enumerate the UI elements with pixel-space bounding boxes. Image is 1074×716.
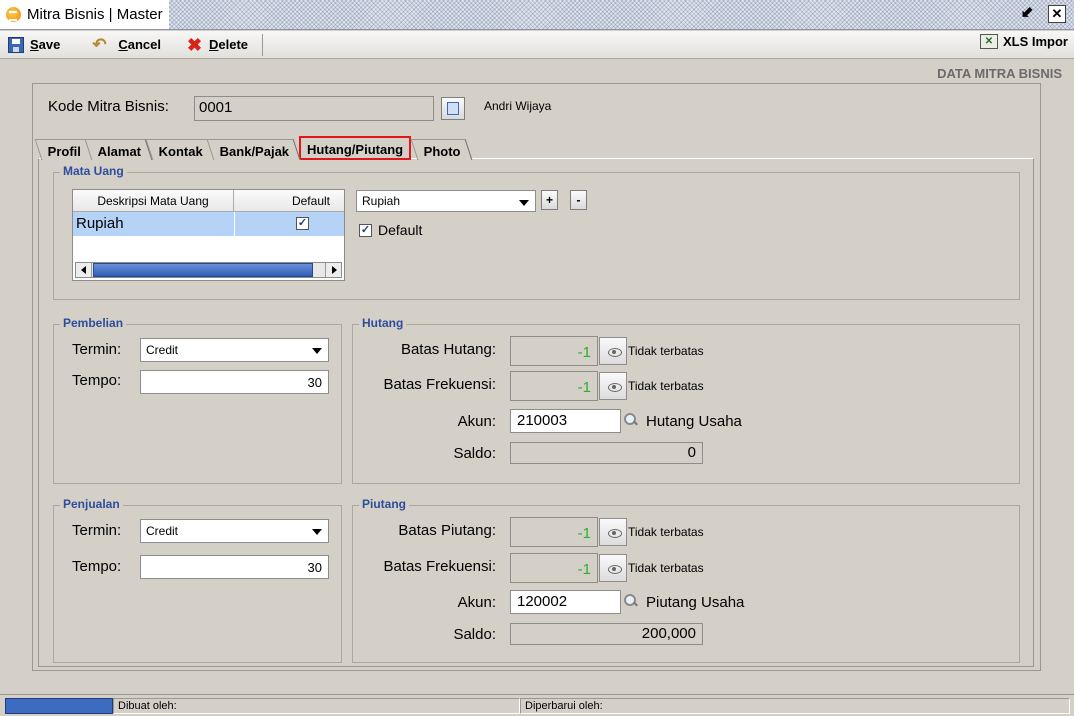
frek-piutang-input[interactable]: -1 bbox=[510, 553, 598, 583]
search-icon[interactable] bbox=[624, 594, 638, 608]
chevron-down-icon bbox=[312, 529, 322, 535]
akun-hutang-desc: Hutang Usaha bbox=[646, 413, 742, 430]
add-currency-button[interactable]: + bbox=[541, 190, 558, 210]
penjualan-tempo-label: Tempo: bbox=[72, 558, 122, 575]
restore-window-icon[interactable]: ⬋ bbox=[1018, 5, 1036, 23]
cancel-button[interactable]: ↶ Cancel bbox=[84, 33, 169, 57]
delete-x-icon: ✖ bbox=[187, 34, 203, 55]
excel-icon: ✕ bbox=[979, 34, 998, 49]
currency-cell: Rupiah bbox=[76, 215, 124, 232]
tab-photo[interactable]: Photo bbox=[410, 139, 473, 160]
title-area: Mitra Bisnis | Master bbox=[0, 0, 169, 29]
contact-card-icon bbox=[447, 102, 459, 115]
penjualan-tempo-input[interactable]: 30 bbox=[140, 555, 329, 579]
kode-mitra-input[interactable]: 0001 bbox=[194, 96, 434, 121]
currency-select[interactable]: Rupiah bbox=[356, 190, 536, 212]
toolbar: Save ↶ Cancel ✖ Delete ✕ XLS Impor bbox=[0, 31, 1074, 59]
kode-mitra-label: Kode Mitra Bisnis: bbox=[48, 98, 169, 115]
tab-kontak[interactable]: Kontak bbox=[145, 139, 215, 160]
section-title: DATA MITRA BISNIS bbox=[937, 66, 1062, 81]
status-bar: Dibuat oleh: Diperbarui oleh: bbox=[0, 694, 1074, 716]
pembelian-termin-select[interactable]: Credit bbox=[140, 338, 329, 362]
frek-hutang-toggle-button[interactable] bbox=[599, 372, 627, 400]
tab-strip: Profil Alamat Kontak Bank/Pajak Hutang/P… bbox=[34, 136, 473, 160]
currency-table: Deskripsi Mata Uang Default Rupiah ✓ bbox=[72, 189, 345, 281]
search-icon[interactable] bbox=[624, 413, 638, 427]
scroll-left-icon[interactable] bbox=[76, 263, 92, 277]
scroll-thumb[interactable] bbox=[93, 263, 313, 277]
batas-piutang-note: Tidak terbatas bbox=[628, 525, 704, 539]
status-progress bbox=[5, 698, 113, 714]
batas-piutang-toggle-button[interactable] bbox=[599, 518, 627, 546]
frek-hutang-input[interactable]: -1 bbox=[510, 371, 598, 401]
pembelian-tempo-input[interactable]: 30 bbox=[140, 370, 329, 394]
penjualan-legend: Penjualan bbox=[60, 497, 123, 511]
piutang-legend: Piutang bbox=[359, 497, 409, 511]
tab-hutang-piutang[interactable]: Hutang/Piutang bbox=[299, 136, 412, 160]
horizontal-scrollbar[interactable] bbox=[75, 262, 342, 278]
default-cell: ✓ bbox=[234, 212, 344, 236]
frek-piutang-toggle-button[interactable] bbox=[599, 554, 627, 582]
chevron-down-icon bbox=[312, 348, 322, 354]
close-window-icon[interactable]: ✕ bbox=[1048, 5, 1066, 23]
undo-arrow-icon: ↶ bbox=[92, 34, 107, 54]
penjualan-termin-select[interactable]: Credit bbox=[140, 519, 329, 543]
table-row[interactable]: Rupiah ✓ bbox=[73, 212, 344, 236]
mata-uang-legend: Mata Uang bbox=[60, 164, 127, 178]
saldo-piutang-value: 200,000 bbox=[510, 623, 703, 645]
chevron-down-icon bbox=[519, 200, 529, 206]
batas-hutang-toggle-button[interactable] bbox=[599, 337, 627, 365]
frek-hutang-note: Tidak terbatas bbox=[628, 379, 704, 393]
table-header: Deskripsi Mata Uang Default bbox=[73, 190, 344, 212]
akun-hutang-label: Akun: bbox=[457, 413, 496, 430]
pembelian-tempo-label: Tempo: bbox=[72, 372, 122, 389]
created-by: Dibuat oleh: bbox=[113, 698, 520, 714]
hutang-legend: Hutang bbox=[359, 316, 407, 330]
saldo-piutang-label: Saldo: bbox=[453, 626, 496, 643]
floppy-disk-icon bbox=[8, 36, 24, 53]
batas-hutang-label: Batas Hutang: bbox=[400, 341, 496, 358]
col-default-header[interactable]: Default bbox=[234, 190, 344, 212]
col-deskripsi-header[interactable]: Deskripsi Mata Uang bbox=[73, 190, 234, 212]
akun-piutang-desc: Piutang Usaha bbox=[646, 594, 745, 611]
tab-alamat[interactable]: Alamat bbox=[84, 139, 154, 160]
saldo-hutang-label: Saldo: bbox=[453, 445, 496, 462]
toolbar-separator bbox=[262, 33, 264, 56]
pembelian-legend: Pembelian bbox=[60, 316, 127, 330]
akun-piutang-input[interactable]: 120002 bbox=[510, 590, 621, 614]
batas-hutang-input[interactable]: -1 bbox=[510, 336, 598, 366]
partner-name: Andri Wijaya bbox=[484, 99, 552, 113]
default-row-checkbox[interactable]: ✓ bbox=[296, 217, 309, 230]
default-label: Default bbox=[378, 222, 423, 238]
akun-hutang-input[interactable]: 210003 bbox=[510, 409, 621, 433]
saldo-hutang-value: 0 bbox=[510, 442, 703, 464]
pembelian-termin-label: Termin: bbox=[72, 341, 122, 358]
delete-button[interactable]: ✖ Delete bbox=[179, 33, 256, 57]
batas-piutang-label: Batas Piutang: bbox=[398, 522, 496, 539]
frek-hutang-label: Batas Frekuensi: bbox=[383, 376, 496, 393]
frek-piutang-note: Tidak terbatas bbox=[628, 561, 704, 575]
title-bar: Mitra Bisnis | Master ⬋ ✕ bbox=[0, 0, 1074, 30]
frek-piutang-label: Batas Frekuensi: bbox=[383, 558, 496, 575]
default-checkbox[interactable]: ✓ bbox=[359, 224, 372, 237]
batas-hutang-note: Tidak terbatas bbox=[628, 344, 704, 358]
penjualan-termin-label: Termin: bbox=[72, 522, 122, 539]
window-title: Mitra Bisnis | Master bbox=[27, 6, 163, 23]
save-button[interactable]: Save bbox=[0, 33, 68, 57]
akun-piutang-label: Akun: bbox=[457, 594, 496, 611]
tab-bank-pajak[interactable]: Bank/Pajak bbox=[206, 139, 301, 160]
updated-by: Diperbarui oleh: bbox=[520, 698, 1070, 714]
xls-import-button[interactable]: ✕ XLS Impor bbox=[979, 34, 1068, 49]
app-logo-icon bbox=[6, 7, 21, 22]
batas-piutang-input[interactable]: -1 bbox=[510, 517, 598, 547]
scroll-right-icon[interactable] bbox=[325, 263, 341, 277]
tab-profil[interactable]: Profil bbox=[34, 139, 93, 160]
remove-currency-button[interactable]: - bbox=[570, 190, 587, 210]
lookup-partner-button[interactable] bbox=[441, 97, 465, 120]
